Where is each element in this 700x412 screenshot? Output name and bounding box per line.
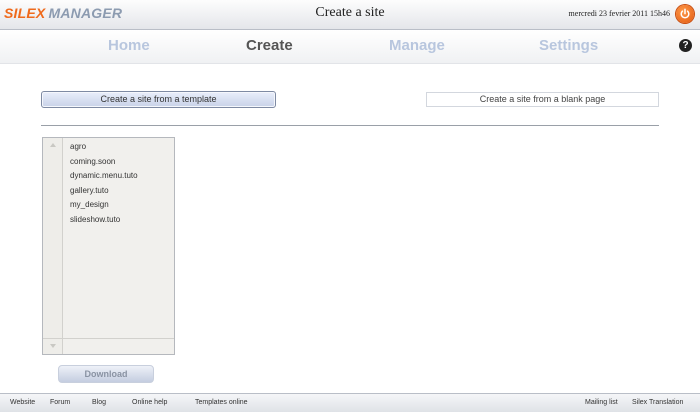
- tab-manage[interactable]: Manage: [389, 37, 445, 54]
- footer-link-blog[interactable]: Blog: [92, 399, 106, 406]
- footer-link-silex-translation[interactable]: Silex Translation: [632, 399, 683, 406]
- template-item-my-design[interactable]: my_design: [70, 198, 138, 213]
- footer-bar: Website Forum Blog Online help Templates…: [0, 393, 700, 412]
- window-title: Create a site: [315, 5, 385, 20]
- silex-manager-window: SILEX MANAGER Create a site mercredi 23 f…: [0, 0, 700, 412]
- power-button[interactable]: [676, 5, 694, 23]
- list-footer-divider: [43, 338, 174, 339]
- template-item-slideshow-tuto[interactable]: slideshow.tuto: [70, 213, 138, 228]
- template-items: agro coming.soon dynamic.menu.tuto galle…: [70, 140, 138, 227]
- power-icon: [680, 8, 690, 19]
- template-item-gallery-tuto[interactable]: gallery.tuto: [70, 184, 138, 199]
- scroll-up-icon[interactable]: [50, 143, 56, 147]
- tab-home[interactable]: Home: [108, 37, 150, 54]
- footer-link-forum[interactable]: Forum: [50, 399, 70, 406]
- section-divider: [41, 125, 659, 126]
- app-logo: SILEX MANAGER: [4, 5, 122, 21]
- title-bar: SILEX MANAGER Create a site mercredi 23 f…: [0, 0, 700, 30]
- scroll-down-icon[interactable]: [50, 344, 56, 348]
- create-from-blank-button[interactable]: Create a site from a blank page: [426, 92, 659, 107]
- tab-settings[interactable]: Settings: [539, 37, 598, 54]
- template-item-coming-soon[interactable]: coming.soon: [70, 155, 138, 170]
- list-scroll-gutter[interactable]: [43, 138, 63, 354]
- footer-link-online-help[interactable]: Online help: [132, 399, 167, 406]
- logo-manager: MANAGER: [48, 5, 123, 21]
- date-time: mercredi 23 fevrier 2011 15h46: [568, 9, 670, 18]
- footer-link-mailing-list[interactable]: Mailing list: [585, 399, 618, 406]
- download-button[interactable]: Download: [58, 365, 154, 383]
- footer-link-website[interactable]: Website: [10, 399, 35, 406]
- template-item-agro[interactable]: agro: [70, 140, 138, 155]
- main-nav: Home Create Manage Settings ?: [0, 30, 700, 64]
- help-icon[interactable]: ?: [679, 39, 692, 52]
- create-from-template-button[interactable]: Create a site from a template: [41, 91, 276, 108]
- footer-link-templates-online[interactable]: Templates online: [195, 399, 248, 406]
- logo-silex: SILEX: [4, 5, 46, 21]
- template-list[interactable]: agro coming.soon dynamic.menu.tuto galle…: [42, 137, 175, 355]
- template-item-dynamic-menu-tuto[interactable]: dynamic.menu.tuto: [70, 169, 138, 184]
- tab-create[interactable]: Create: [246, 37, 293, 54]
